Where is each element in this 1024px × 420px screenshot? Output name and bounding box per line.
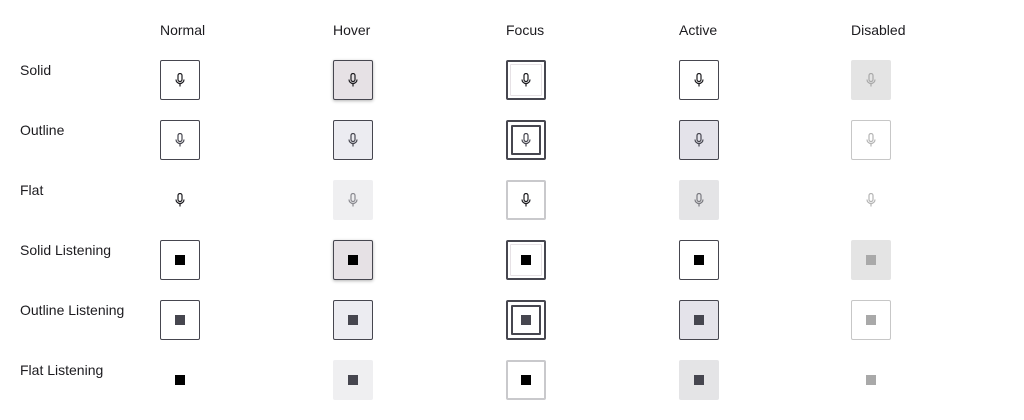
stop-icon xyxy=(521,375,531,385)
stop-icon xyxy=(694,255,704,265)
microphone-icon xyxy=(175,73,185,87)
flat-active-button[interactable] xyxy=(679,180,719,220)
stop-icon xyxy=(866,375,876,385)
solid-hover-button[interactable] xyxy=(333,60,373,100)
column-header-disabled: Disabled xyxy=(851,22,906,38)
outline-listening-disabled-button xyxy=(851,300,891,340)
microphone-icon xyxy=(348,133,358,147)
flat-listening-focus-button[interactable] xyxy=(506,360,546,400)
row-label-flat: Flat xyxy=(20,182,44,198)
microphone-icon xyxy=(694,73,704,87)
microphone-icon xyxy=(175,193,185,207)
outline-disabled-button xyxy=(851,120,891,160)
outline-listening-normal-button[interactable] xyxy=(160,300,200,340)
flat-normal-button[interactable] xyxy=(160,180,200,220)
row-label-solid-listening: Solid Listening xyxy=(20,242,112,258)
flat-listening-active-button[interactable] xyxy=(679,360,719,400)
solid-normal-button[interactable] xyxy=(160,60,200,100)
microphone-icon xyxy=(348,193,358,207)
outline-active-button[interactable] xyxy=(679,120,719,160)
microphone-icon xyxy=(521,133,531,147)
solid-listening-focus-button[interactable] xyxy=(506,240,546,280)
outline-listening-active-button[interactable] xyxy=(679,300,719,340)
flat-listening-disabled-button xyxy=(851,360,891,400)
row-label-solid: Solid xyxy=(20,62,52,78)
stop-icon xyxy=(521,315,531,325)
solid-listening-normal-button[interactable] xyxy=(160,240,200,280)
column-header-focus: Focus xyxy=(506,22,545,38)
stop-icon xyxy=(694,315,704,325)
microphone-icon xyxy=(866,73,876,87)
solid-listening-disabled-button xyxy=(851,240,891,280)
microphone-icon xyxy=(348,73,358,87)
outline-listening-hover-button[interactable] xyxy=(333,300,373,340)
stop-icon xyxy=(694,375,704,385)
flat-disabled-button xyxy=(851,180,891,220)
flat-listening-normal-button[interactable] xyxy=(160,360,200,400)
row-label-outline: Outline xyxy=(20,122,65,138)
stop-icon xyxy=(175,375,185,385)
microphone-icon xyxy=(521,193,531,207)
solid-disabled-button xyxy=(851,60,891,100)
stop-icon xyxy=(348,315,358,325)
stop-icon xyxy=(866,315,876,325)
column-header-normal: Normal xyxy=(160,22,206,38)
microphone-icon xyxy=(694,193,704,207)
stop-icon xyxy=(521,255,531,265)
stop-icon xyxy=(348,375,358,385)
outline-normal-button[interactable] xyxy=(160,120,200,160)
solid-listening-hover-button[interactable] xyxy=(333,240,373,280)
stop-icon xyxy=(175,315,185,325)
flat-focus-button[interactable] xyxy=(506,180,546,220)
microphone-icon xyxy=(521,73,531,87)
solid-focus-button[interactable] xyxy=(506,60,546,100)
solid-listening-active-button[interactable] xyxy=(679,240,719,280)
row-label-outline-listening: Outline Listening xyxy=(20,302,125,318)
outline-focus-button[interactable] xyxy=(506,120,546,160)
flat-hover-button[interactable] xyxy=(333,180,373,220)
column-header-hover: Hover xyxy=(333,22,371,38)
stop-icon xyxy=(866,255,876,265)
stop-icon xyxy=(175,255,185,265)
microphone-icon xyxy=(175,133,185,147)
flat-listening-hover-button[interactable] xyxy=(333,360,373,400)
microphone-icon xyxy=(694,133,704,147)
outline-listening-focus-button[interactable] xyxy=(506,300,546,340)
stop-icon xyxy=(348,255,358,265)
outline-hover-button[interactable] xyxy=(333,120,373,160)
solid-active-button[interactable] xyxy=(679,60,719,100)
column-header-active: Active xyxy=(679,22,718,38)
microphone-icon xyxy=(866,193,876,207)
row-label-flat-listening: Flat Listening xyxy=(20,362,104,378)
microphone-icon xyxy=(866,133,876,147)
